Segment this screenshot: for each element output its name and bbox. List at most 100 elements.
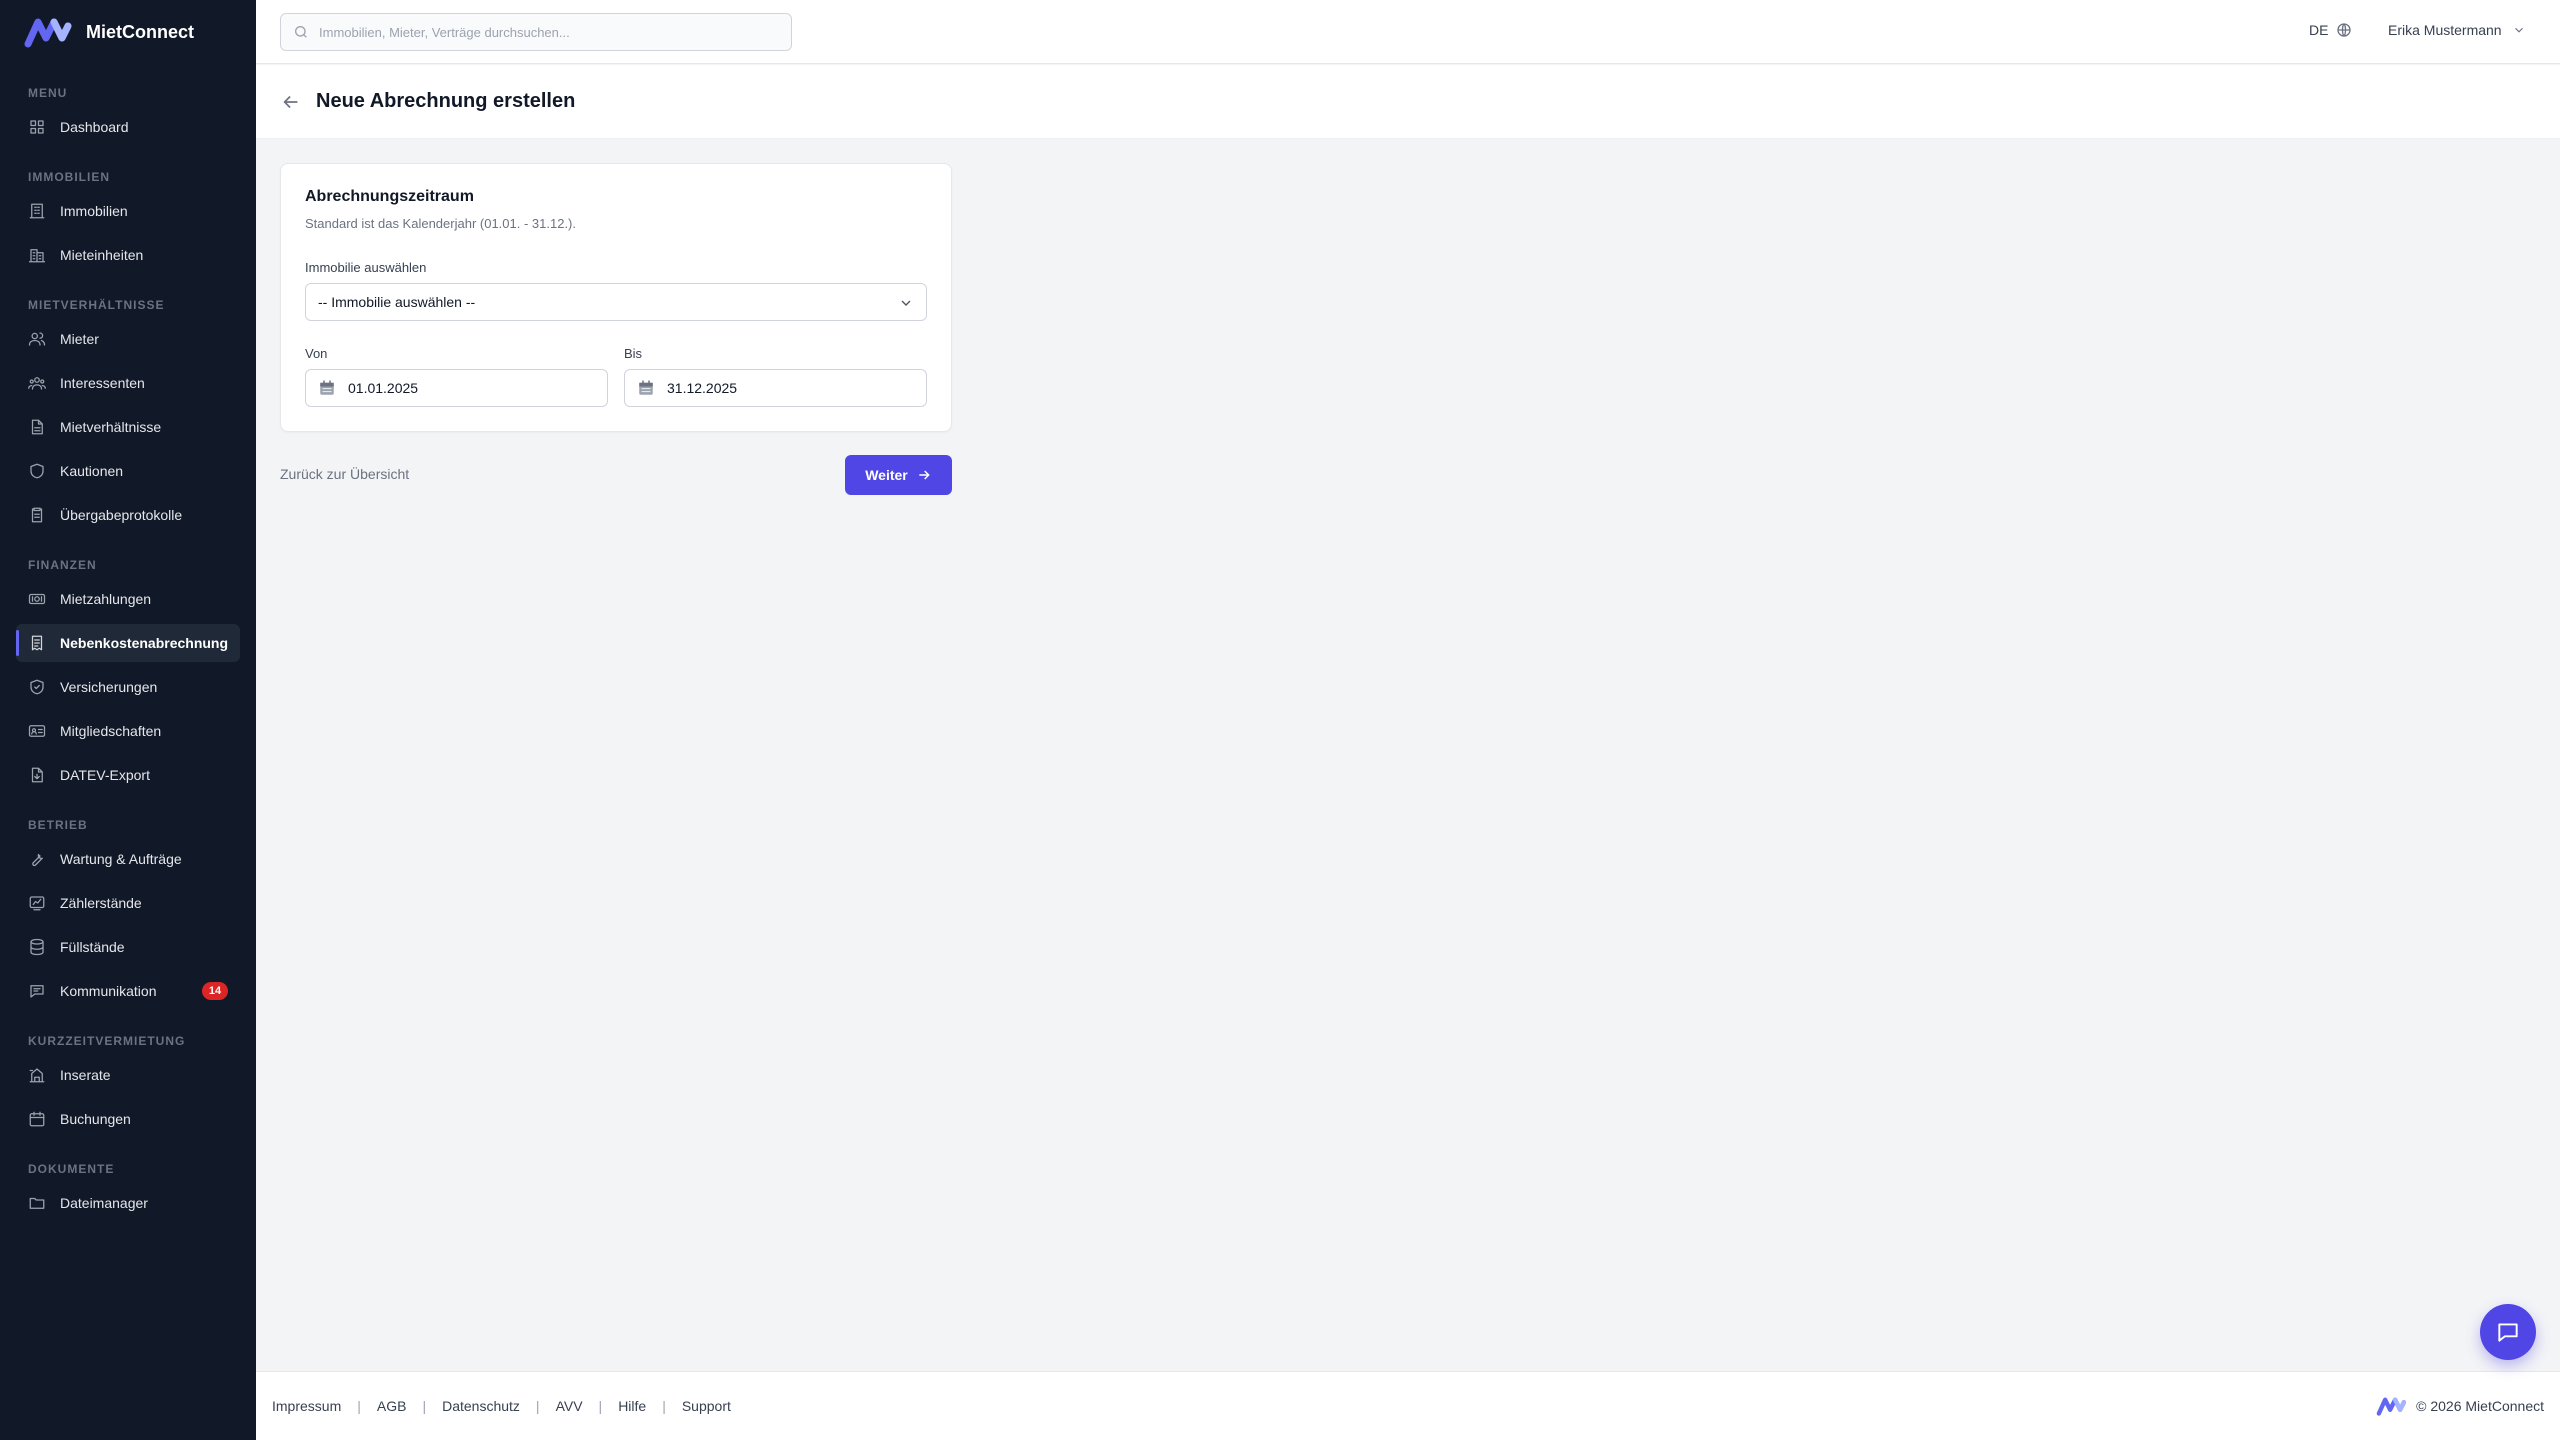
footer-link-agb[interactable]: AGB [377,1398,407,1414]
user-group-icon [28,374,46,392]
card-subtitle: Standard ist das Kalenderjahr (01.01. - … [305,216,576,231]
property-select-value: -- Immobilie auswählen -- [318,294,476,310]
sidebar-item-label: Buchungen [60,1111,131,1127]
footer-separator: | [662,1398,666,1414]
sidebar-item-label: Dashboard [60,119,129,135]
language-switcher[interactable]: DE [2309,22,2352,38]
sidebar-section-heading: BETRIEB [28,818,88,832]
sidebar-item-mietzahlungen[interactable]: Mietzahlungen [16,580,240,618]
clipboard-icon [28,506,46,524]
sidebar-nav: MENU Dashboard IMMOBILIEN Immobilien Mietein… [0,64,256,1222]
footer-separator: | [357,1398,361,1414]
property-label: Immobilie auswählen [305,260,427,275]
chevron-down-icon [2514,27,2523,33]
sidebar-item-zahlerstande[interactable]: Zählerstände [16,884,240,922]
sidebar-section-heading: FINANZEN [28,558,97,572]
brand[interactable]: MietConnect [0,0,256,64]
folder-icon [28,1194,46,1212]
arrow-right-icon [919,470,930,480]
sidebar-item-datev-export[interactable]: DATEV-Export [16,756,240,794]
apartment-icon [28,246,46,264]
receipt-icon [28,634,46,652]
sidebar-item-mietverhaltnisse[interactable]: Mietverhältnisse [16,408,240,446]
user-name: Erika Mustermann [2388,22,2502,38]
file-export-icon [28,766,46,784]
chat-button[interactable] [2480,1304,2536,1360]
footer-link-impressum[interactable]: Impressum [272,1398,341,1414]
footer-link-support[interactable]: Support [682,1398,731,1414]
sidebar-item-versicherungen[interactable]: Versicherungen [16,668,240,706]
copyright-text: © 2026 MietConnect [2416,1398,2544,1414]
back-arrow-icon[interactable] [280,91,302,113]
sidebar-item-kautionen[interactable]: Kautionen [16,452,240,490]
sidebar-item-label: Nebenkostenabrechnung [60,635,229,651]
search-input[interactable] [319,24,779,40]
sidebar-item-dateimanager[interactable]: Dateimanager [16,1184,240,1222]
footer-separator: | [422,1398,427,1414]
sidebar-section-heading: DOKUMENTE [28,1162,115,1176]
sidebar-item-nebenkostenabrechnung[interactable]: Nebenkostenabrechnung [16,624,240,662]
footer-link-hilfe[interactable]: Hilfe [618,1398,646,1414]
to-date-field[interactable]: 31.12.2025 [624,369,927,407]
sidebar-item-label: Mieter [60,331,99,347]
sidebar-item-label: Wartung & Aufträge [60,851,182,867]
sidebar-item-immobilien[interactable]: Immobilien [16,192,240,230]
sidebar-item-mieter[interactable]: Mieter [16,320,240,358]
sidebar-item-label: Füllstände [60,939,125,955]
sidebar-item-label: Versicherungen [60,679,158,695]
sidebar-section-heading: MENU [28,86,68,100]
page-header: Neue Abrechnung erstellen [256,65,2560,139]
sidebar-item-label: Mieteinheiten [60,247,144,263]
footer-separator: | [598,1398,603,1414]
sidebar-item-kommunikation[interactable]: Kommunikation 14 [16,972,240,1010]
meter-icon [28,894,46,912]
sidebar-section-heading: MIETVERHÄLTNISSE [28,298,165,312]
sidebar-item-fullstande[interactable]: Füllstände [16,928,240,966]
page-title: Neue Abrechnung erstellen [316,90,576,112]
sidebar-item-ubergabeprotokolle[interactable]: Übergabeprotokolle [16,496,240,534]
sidebar-item-label: Mietzahlungen [60,591,152,607]
sidebar-item-wartung-auftrage[interactable]: Wartung & Aufträge [16,840,240,878]
user-menu[interactable]: Erika Mustermann [2388,22,2526,38]
sidebar: MietConnect MENU Dashboard IMMOBILIEN Immob… [0,0,256,1440]
footer-link-datenschutz[interactable]: Datenschutz [442,1398,520,1414]
brand-name: MietConnect [86,21,194,42]
footer-links: Impressum | AGB | Datenschutz | AVV | Hilfe | Supp… [272,1398,731,1414]
next-button[interactable]: Weiter [845,455,952,495]
footer-link-avv[interactable]: AVV [556,1398,583,1414]
sidebar-item-inserate[interactable]: Inserate [16,1056,240,1094]
shield-icon [28,462,46,480]
back-to-overview-link[interactable]: Zurück zur Übersicht [280,466,409,482]
next-button-label: Weiter [865,467,908,483]
shield-check-icon [28,678,46,696]
card-title: Abrechnungszeitraum [305,188,474,205]
sidebar-item-buchungen[interactable]: Buchungen [16,1100,240,1138]
sidebar-section-heading: IMMOBILIEN [28,170,110,184]
building-icon [28,202,46,220]
sidebar-item-mitgliedschaften[interactable]: Mitgliedschaften [16,712,240,750]
sidebar-item-label: Mietverhältnisse [60,419,162,435]
sidebar-item-label: Kautionen [60,463,124,479]
sidebar-item-dashboard[interactable]: Dashboard [16,108,240,146]
search-icon [295,26,307,38]
sidebar-item-label: DATEV-Export [60,767,150,783]
chat-bubble-icon [2498,1323,2518,1342]
from-label: Von [305,346,328,361]
wrench-icon [28,850,46,868]
from-date-value: 01.01.2025 [348,380,419,396]
id-card-icon [28,722,46,740]
mietconnect-logo-icon [2376,1397,2407,1416]
search-box[interactable] [280,13,792,51]
sidebar-item-interessenten[interactable]: Interessenten [16,364,240,402]
to-date-value: 31.12.2025 [667,380,738,396]
chevron-down-icon [901,300,911,306]
chat-icon [28,982,46,1000]
notification-badge: 14 [202,982,228,1000]
property-select[interactable]: -- Immobilie auswählen -- [305,283,927,321]
sidebar-section-heading: KURZZEITVERMIETUNG [28,1034,186,1048]
globe-icon [2337,23,2352,37]
sidebar-item-mieteinheiten[interactable]: Mieteinheiten [16,236,240,274]
sidebar-item-label: Inserate [60,1067,111,1083]
banknote-icon [28,590,46,608]
from-date-field[interactable]: 01.01.2025 [305,369,608,407]
